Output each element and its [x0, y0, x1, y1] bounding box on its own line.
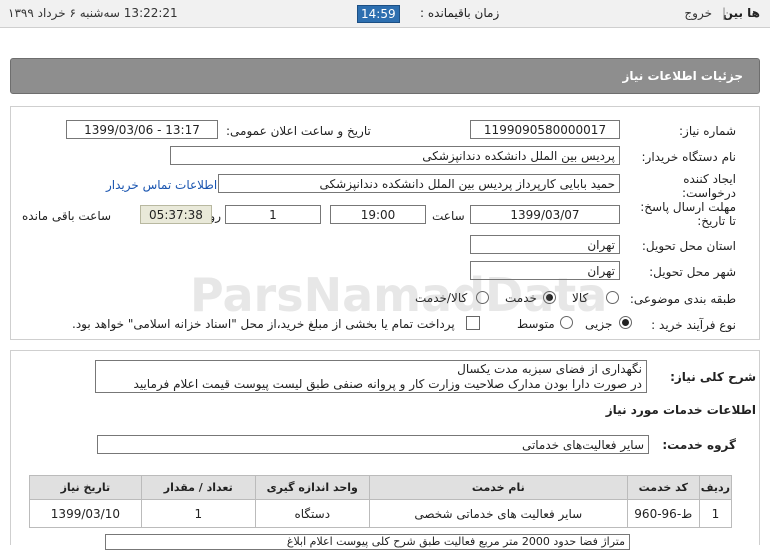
- announce-date-field: 1399/03/06 - 13:17: [66, 120, 218, 139]
- treasury-checkbox[interactable]: [466, 316, 480, 330]
- remaining-time-label: زمان باقیمانده :: [420, 6, 500, 20]
- need-number-label: شماره نیاز:: [679, 124, 736, 138]
- announce-date-label: تاریخ و ساعت اعلان عمومی:: [226, 124, 371, 138]
- cell-service-code: ط-96-960: [626, 499, 700, 528]
- remaining-time-field: 05:37:38: [140, 205, 212, 224]
- category-radio-goods-service[interactable]: [476, 291, 489, 304]
- general-desc-label: شرح کلی نیاز:: [670, 370, 756, 384]
- exit-link[interactable]: خروج: [684, 6, 712, 20]
- cell-quantity: 1: [140, 499, 256, 528]
- deadline-label: مهلت ارسال پاسخ: تا تاریخ:: [640, 200, 736, 228]
- session-timer: 14:59: [357, 5, 400, 23]
- process-option-medium: متوسط: [517, 317, 555, 331]
- page-title: جزئیات اطلاعات نیاز: [622, 69, 743, 83]
- brand-label: ها بین: [722, 6, 760, 20]
- buyer-label: نام دستگاه خریدار:: [641, 150, 737, 164]
- table-header-row: ردیف کد خدمت نام خدمت واحد اندازه گیری ت…: [29, 475, 733, 500]
- services-table: ردیف کد خدمت نام خدمت واحد اندازه گیری ت…: [29, 475, 733, 528]
- need-number-field: 1199090580000017: [470, 120, 620, 139]
- col-row: ردیف: [698, 475, 733, 500]
- general-desc-line-2: در صورت دارا بودن مدارک صلاحیت وزارت کار…: [133, 377, 642, 391]
- current-datetime: 13:22:21 سه‌شنبه ۶ خرداد ۱۳۹۹: [8, 6, 178, 20]
- col-unit: واحد اندازه گیری: [254, 475, 370, 500]
- province-label: استان محل تحویل:: [641, 239, 736, 253]
- table-row: 1 ط-96-960 سایر فعالیت های خدماتی شخصی د…: [29, 499, 733, 528]
- cell-unit: دستگاه: [254, 499, 370, 528]
- category-radio-service[interactable]: [543, 291, 556, 304]
- buyer-notes-field: متراژ فضا حدود 2000 متر مربع فعالیت طبق …: [105, 534, 630, 550]
- services-section-title: اطلاعات خدمات مورد نیاز: [605, 403, 756, 417]
- general-desc-line-1: نگهداری از فضای سبزبه مدت یکسال: [457, 362, 642, 376]
- city-label: شهر محل تحویل:: [649, 265, 736, 279]
- city-field: تهران: [470, 261, 620, 280]
- treasury-note: پرداخت تمام یا بخشی از مبلغ خرید،از محل …: [72, 317, 455, 331]
- col-need-date: تاریخ نیاز: [29, 475, 142, 500]
- category-option-service: خدمت: [505, 291, 537, 305]
- general-desc-field: نگهداری از فضای سبزبه مدت یکسال در صورت …: [95, 360, 647, 393]
- cell-service-name: سایر فعالیت های خدماتی شخصی: [368, 499, 628, 528]
- category-label: طبقه بندی موضوعی:: [629, 292, 736, 306]
- service-group-label: گروه خدمت:: [662, 438, 736, 452]
- deadline-date-field: 1399/03/07: [470, 205, 620, 224]
- page-header: جزئیات اطلاعات نیاز: [10, 58, 760, 94]
- remaining-time-suffix: ساعت باقی مانده: [22, 209, 112, 223]
- process-radio-medium[interactable]: [560, 316, 573, 329]
- process-label: نوع فرآیند خرید :: [651, 318, 736, 332]
- category-option-goods-service: کالا/خدمت: [415, 291, 468, 305]
- process-option-minor: جزیی: [585, 317, 613, 331]
- category-radio-goods[interactable]: [606, 291, 619, 304]
- col-service-code: کد خدمت: [626, 475, 700, 500]
- col-quantity: تعداد / مقدار: [140, 475, 256, 500]
- deadline-time-field: 19:00: [330, 205, 426, 224]
- service-group-field: سایر فعالیت‌های خدماتی: [97, 435, 649, 454]
- col-service-name: نام خدمت: [368, 475, 628, 500]
- separator: |: [721, 6, 726, 20]
- creator-label: ایجاد کننده درخواست:: [682, 172, 736, 200]
- buyer-field: پردیس بین الملل دانشکده دندانپزشکی: [170, 146, 620, 165]
- buyer-contact-link[interactable]: اطلاعات تماس خریدار: [106, 178, 217, 192]
- creator-field: حمید بابایی کارپرداز پردیس بین الملل دان…: [218, 174, 620, 193]
- cell-need-date: 1399/03/10: [29, 499, 142, 528]
- top-bar: ها بین | خروج زمان باقیمانده : 14:59 13:…: [0, 0, 770, 28]
- deadline-time-label: ساعت: [432, 209, 465, 223]
- process-radio-minor[interactable]: [619, 316, 632, 329]
- days-field: 1: [225, 205, 321, 224]
- category-option-goods: کالا: [572, 291, 589, 305]
- cell-row: 1: [698, 499, 733, 528]
- province-field: تهران: [470, 235, 620, 254]
